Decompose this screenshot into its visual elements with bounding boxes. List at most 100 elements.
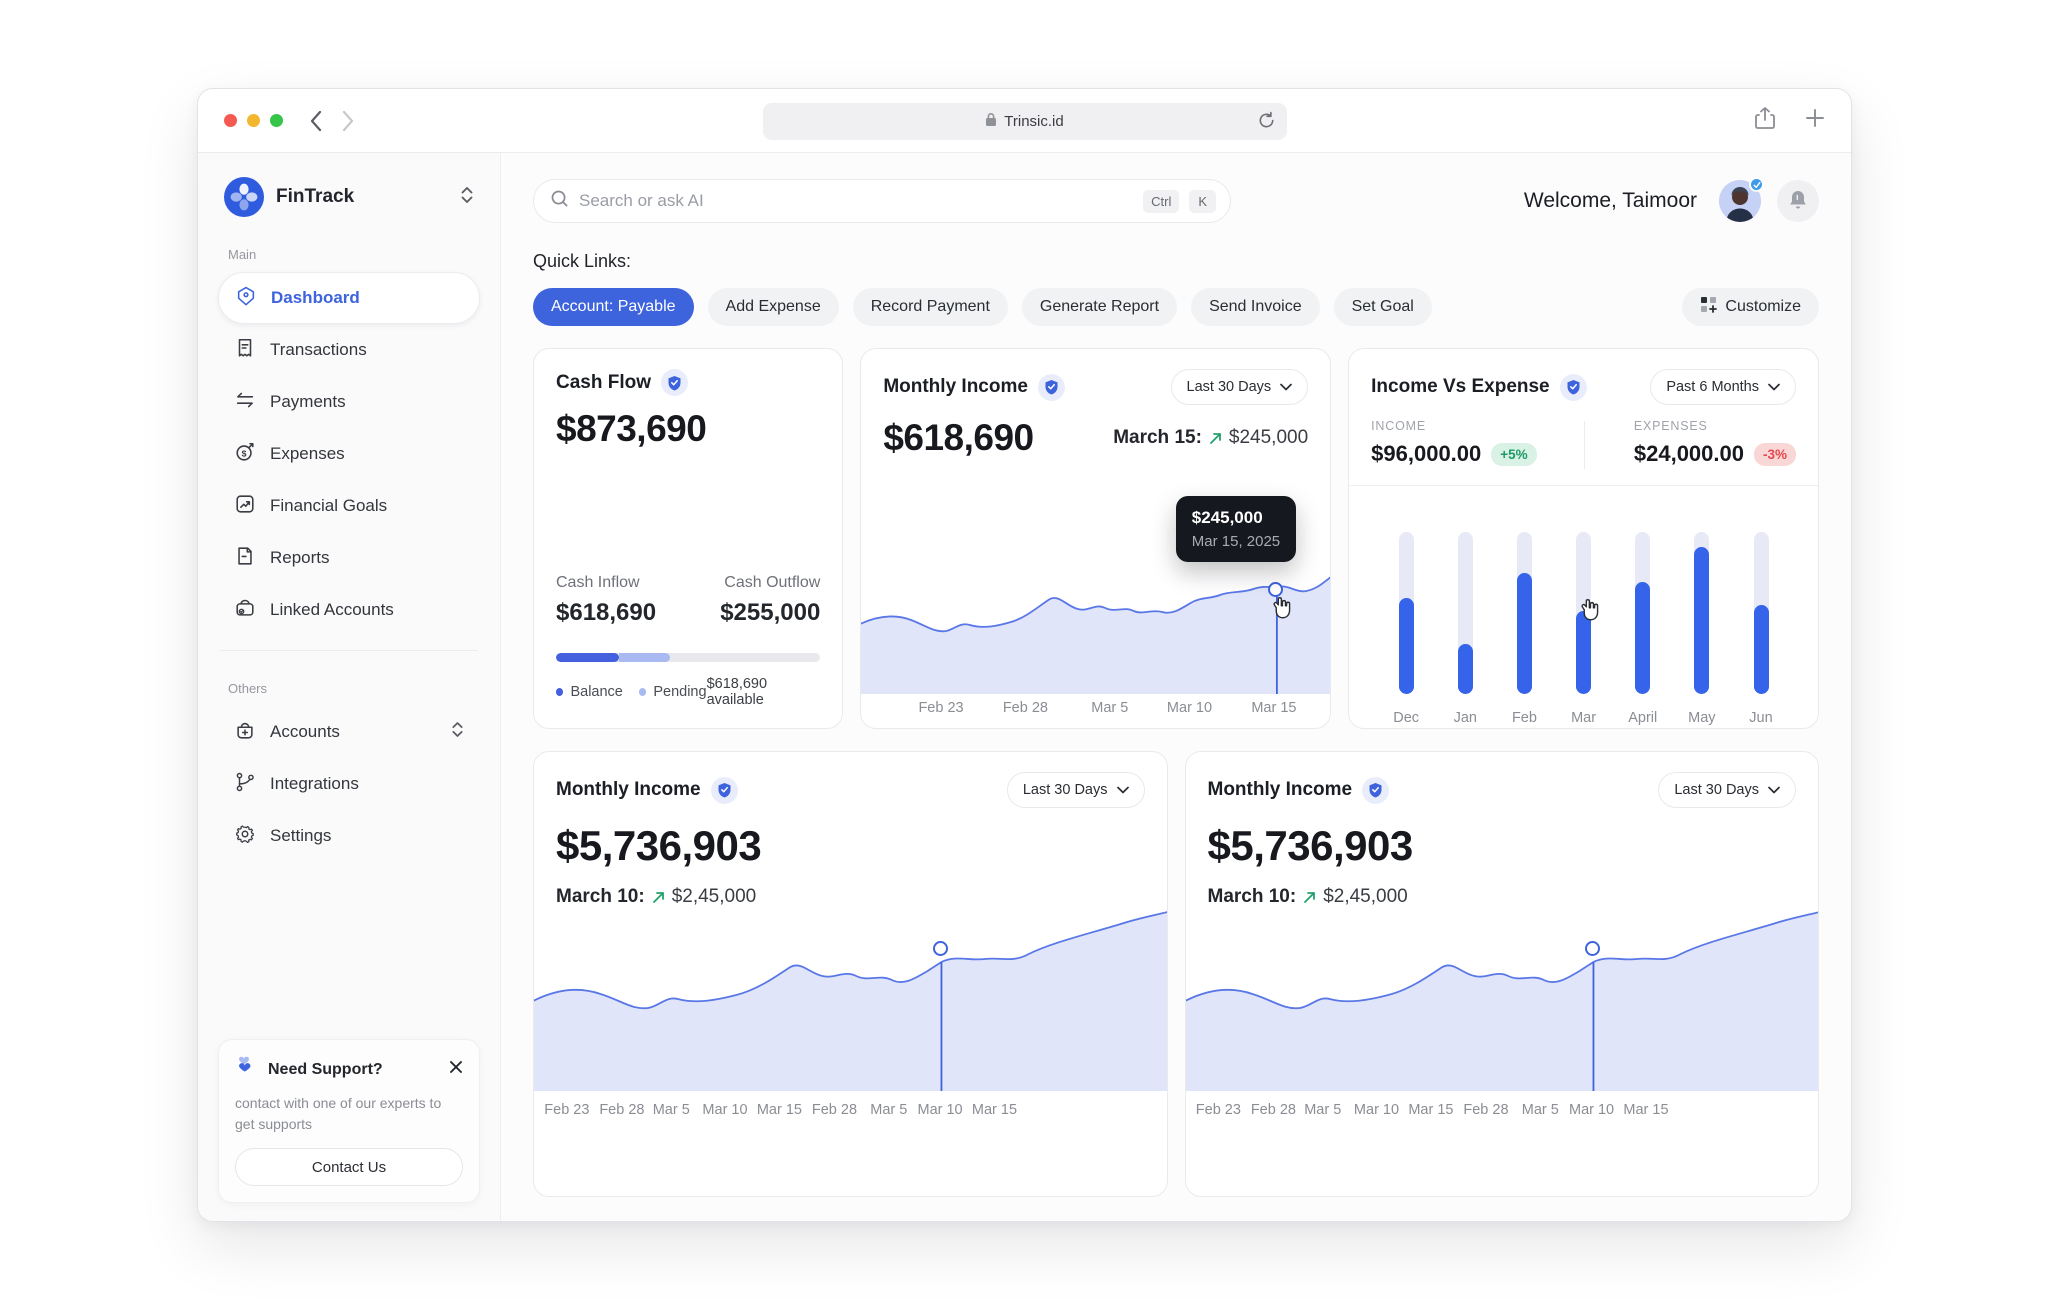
trend-up-icon [1208,431,1223,446]
new-tab-icon[interactable] [1805,108,1825,133]
sidebar-item-label: Dashboard [271,288,360,308]
x-tick: Dec [1377,710,1435,726]
support-title: Need Support? [268,1061,440,1079]
x-tick: Mar 15 [757,1102,802,1118]
bar-fill [1576,611,1591,694]
quick-link-generate-report[interactable]: Generate Report [1022,288,1177,326]
x-tick: Mar 5 [870,1102,907,1118]
x-tick: Mar 10 [702,1102,747,1118]
workspace-switcher[interactable]: FinTrack [218,177,480,217]
close-icon[interactable] [449,1060,463,1079]
income-area-chart[interactable] [860,560,1331,694]
sidebar-item-linked-accounts[interactable]: Linked Accounts [218,584,480,636]
cash-flow-value: $873,690 [556,408,820,450]
sidebar-item-expenses[interactable]: $ Expenses [218,428,480,480]
search-input[interactable] [579,191,1133,211]
card-title: Monthly Income [1208,779,1353,801]
sidebar-item-label: Integrations [270,774,359,794]
sidebar-item-financial-goals[interactable]: Financial Goals [218,480,480,532]
income-label: INCOME [1371,419,1537,433]
bar-mar[interactable] [1563,532,1605,694]
reload-icon[interactable] [1257,111,1276,135]
sidebar-item-payments[interactable]: Payments [218,376,480,428]
sidebar-item-reports[interactable]: Reports [218,532,480,584]
x-tick: Mar 10 [1354,1102,1399,1118]
sidebar-item-settings[interactable]: Settings [218,810,480,862]
quick-links-label: Quick Links: [533,251,1819,272]
bar-jan[interactable] [1444,532,1486,694]
section-label-others: Others [228,681,470,696]
income-area-chart[interactable] [533,906,1168,1091]
forward-icon[interactable] [342,110,355,132]
quick-link-add-expense[interactable]: Add Expense [708,288,839,326]
bar-april[interactable] [1622,532,1664,694]
verified-badge-icon [1749,177,1764,192]
x-tick: Feb 28 [1003,700,1048,716]
range-dropdown[interactable]: Past 6 Months [1650,369,1796,405]
search-bar[interactable]: Ctrl K [533,179,1231,223]
quick-link-record-payment[interactable]: Record Payment [853,288,1008,326]
stats-divider [1584,421,1585,469]
range-dropdown[interactable]: Last 30 Days [1171,369,1309,405]
address-bar[interactable]: Trinsic.id [763,103,1287,140]
bar-jun[interactable] [1740,532,1782,694]
url-text: Trinsic.id [1004,113,1063,130]
branch-icon [234,771,256,798]
cash-inflow-value: $618,690 [556,599,656,627]
zoom-window-button[interactable] [270,114,283,127]
card-title: Cash Flow [556,372,651,394]
notifications-button[interactable] [1777,180,1819,222]
browser-window: Trinsic.id FinTrack [197,88,1852,1222]
x-tick: Mar 5 [1522,1102,1559,1118]
chart-frame-icon [234,493,256,520]
avatar[interactable] [1719,180,1761,222]
shield-check-icon [711,777,738,804]
document-icon [234,545,256,572]
sidebar-item-accounts[interactable]: Accounts [218,706,480,758]
traffic-lights [224,114,283,127]
income-vs-expense-card: Income Vs Expense Past 6 Months INCOME $… [1348,348,1819,729]
range-value: Past 6 Months [1666,379,1759,395]
x-tick: Mar 15 [1408,1102,1453,1118]
svg-text:$: $ [242,448,247,458]
bar-feb[interactable] [1503,532,1545,694]
x-tick: Mar 15 [1251,700,1296,716]
range-value: Last 30 Days [1023,782,1108,798]
customize-button[interactable]: Customize [1682,288,1819,326]
income-area-chart[interactable] [1185,906,1820,1091]
range-dropdown[interactable]: Last 30 Days [1007,772,1145,808]
bar-dec[interactable] [1385,532,1427,694]
browser-chrome: Trinsic.id [198,89,1851,153]
pending-dot [639,688,646,696]
highlight-value: $245,000 [1229,427,1308,449]
x-axis-labels: Feb 23 Feb 28 Mar 5 Mar 10 Mar 15 [861,700,1330,720]
bar-fill [1635,582,1650,694]
minimize-window-button[interactable] [247,114,260,127]
quick-link-send-invoice[interactable]: Send Invoice [1191,288,1320,326]
quick-link-account-payable[interactable]: Account: Payable [533,288,694,326]
cash-inflow-label: Cash Inflow [556,574,656,592]
card-title: Monthly Income [556,779,701,801]
gear-icon [234,823,256,850]
others-nav: Accounts Integrations Settings [218,706,480,862]
bar-may[interactable] [1681,532,1723,694]
quick-link-set-goal[interactable]: Set Goal [1334,288,1432,326]
monthly-income-card-bottom-right: Monthly Income Last 30 Days $5,736,903 M… [1185,751,1820,1197]
range-dropdown[interactable]: Last 30 Days [1658,772,1796,808]
x-tick: Mar 10 [1167,700,1212,716]
back-icon[interactable] [309,110,322,132]
sidebar-item-transactions[interactable]: Transactions [218,324,480,376]
close-window-button[interactable] [224,114,237,127]
x-tick: Jun [1732,710,1790,726]
sidebar-item-integrations[interactable]: Integrations [218,758,480,810]
sidebar-item-label: Transactions [270,340,367,360]
sidebar-item-label: Expenses [270,444,345,464]
share-icon[interactable] [1755,106,1775,135]
highlight-value: $2,45,000 [1323,886,1408,908]
trend-up-icon [1302,890,1317,905]
contact-us-button[interactable]: Contact Us [235,1148,463,1186]
bar-fill [1754,605,1769,694]
sidebar-item-dashboard[interactable]: Dashboard [218,272,480,324]
x-tick: April [1614,710,1672,726]
sidebar-item-label: Settings [270,826,331,846]
